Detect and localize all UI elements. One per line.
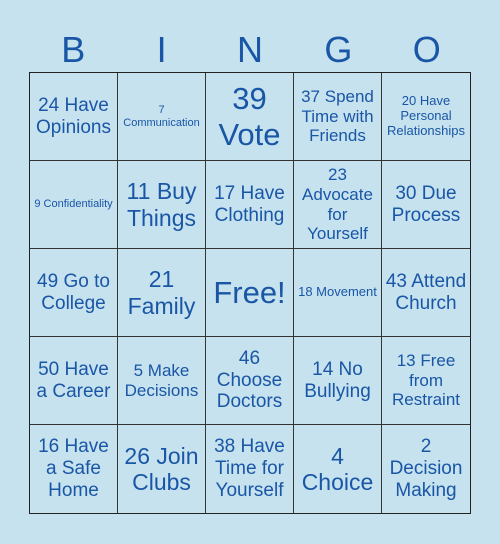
bingo-cell-label: 43 Attend Church: [385, 270, 467, 314]
bingo-cell[interactable]: 49 Go to College: [30, 249, 118, 337]
bingo-cell-label: 46 Choose Doctors: [216, 347, 283, 413]
bingo-cell-label: 13 Free from Restraint: [391, 351, 461, 410]
bingo-cell-label: 38 Have Time for Yourself: [214, 436, 285, 501]
bingo-cell[interactable]: 13 Free from Restraint: [382, 337, 470, 425]
bingo-cell-label: 18 Movement: [298, 284, 377, 300]
header-letter-n: N: [236, 29, 263, 70]
bingo-cell-label: 16 Have a Safe Home: [38, 436, 109, 501]
bingo-cell[interactable]: 4 Choice: [294, 425, 382, 513]
header-letter-o: O: [412, 29, 441, 70]
bingo-cell[interactable]: 26 Join Clubs: [118, 425, 206, 513]
bingo-cell[interactable]: 50 Have a Career: [30, 337, 118, 425]
bingo-cell-label: 9 Confidentiality: [34, 198, 113, 211]
bingo-cell[interactable]: 21 Family: [118, 249, 206, 337]
bingo-cell[interactable]: 43 Attend Church: [382, 249, 470, 337]
bingo-cell-label: 5 Make Decisions: [124, 360, 199, 400]
bingo-cell[interactable]: 9 Confidentiality: [30, 161, 118, 249]
header-letter-b: B: [61, 29, 86, 70]
header-letter-i: I: [156, 29, 167, 70]
bingo-cell-label: 26 Join Clubs: [124, 442, 199, 495]
bingo-cell[interactable]: 16 Have a Safe Home: [30, 425, 118, 513]
bingo-cell-label: 2 Decision Making: [389, 436, 463, 501]
bingo-cell-label: 49 Go to College: [37, 270, 110, 314]
bingo-cell[interactable]: 2 Decision Making: [382, 425, 470, 513]
bingo-cell[interactable]: 20 Have Personal Relationships: [382, 73, 470, 161]
bingo-cell[interactable]: 11 Buy Things: [118, 161, 206, 249]
header-letter-g: G: [324, 29, 353, 70]
bingo-card-grid: 24 Have Opinions 7 Communication 39 Vote 37…: [29, 72, 471, 514]
bingo-header: B I N G O: [29, 28, 471, 72]
bingo-cell-label: 21 Family: [127, 266, 196, 319]
bingo-cell[interactable]: 37 Spend Time with Friends: [294, 73, 382, 161]
bingo-cell-label: 4 Choice: [301, 442, 374, 495]
bingo-cell-label: 37 Spend Time with Friends: [301, 87, 374, 146]
bingo-cell-label: 17 Have Clothing: [214, 182, 285, 226]
bingo-cell[interactable]: 7 Communication: [118, 73, 206, 161]
bingo-cell-label: Free!: [213, 274, 286, 310]
bingo-cell[interactable]: 17 Have Clothing: [206, 161, 294, 249]
bingo-cell-label: 14 No Bullying: [304, 358, 371, 402]
bingo-cell-label: 24 Have Opinions: [36, 94, 111, 138]
bingo-cell[interactable]: 38 Have Time for Yourself: [206, 425, 294, 513]
bingo-cell[interactable]: 46 Choose Doctors: [206, 337, 294, 425]
bingo-cell[interactable]: 5 Make Decisions: [118, 337, 206, 425]
bingo-cell-label: 50 Have a Career: [36, 358, 111, 402]
bingo-cell[interactable]: 18 Movement: [294, 249, 382, 337]
bingo-cell-label: 23 Advocate for Yourself: [302, 165, 373, 244]
bingo-cell-label: 20 Have Personal Relationships: [386, 93, 466, 138]
bingo-cell[interactable]: 14 No Bullying: [294, 337, 382, 425]
bingo-cell-label: 7 Communication: [123, 103, 200, 129]
free-space-cell[interactable]: Free!: [206, 249, 294, 337]
bingo-cell-label: 30 Due Process: [391, 182, 461, 226]
bingo-cell-label: 39 Vote: [218, 80, 281, 152]
bingo-cell[interactable]: 24 Have Opinions: [30, 73, 118, 161]
bingo-cell[interactable]: 30 Due Process: [382, 161, 470, 249]
bingo-cell[interactable]: 23 Advocate for Yourself: [294, 161, 382, 249]
bingo-cell-label: 11 Buy Things: [126, 178, 197, 231]
bingo-cell[interactable]: 39 Vote: [206, 73, 294, 161]
